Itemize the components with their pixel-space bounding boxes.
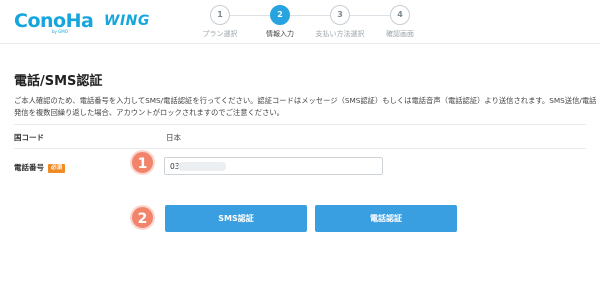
phone-call-verification-button[interactable]: 電話認証 xyxy=(315,205,457,232)
step-number: 3 xyxy=(330,5,350,25)
logo-product-name: WING xyxy=(104,13,150,29)
annotation-marker-1: 1 xyxy=(130,150,155,175)
step-label: 確認画面 xyxy=(386,30,414,38)
country-code-row: 国コード 日本 xyxy=(14,124,586,148)
step-label: プラン選択 xyxy=(202,30,238,38)
step-number: 1 xyxy=(210,5,230,25)
step-number: 2 xyxy=(270,5,290,25)
step-label: 支払い方法選択 xyxy=(315,30,365,38)
country-code-value: 日本 xyxy=(166,133,181,142)
step-info-input: 2 情報入力 xyxy=(250,5,310,39)
page-title: 電話/SMS認証 xyxy=(14,74,103,89)
phone-number-label-group: 電話番号 必須 xyxy=(14,162,66,173)
logo-byline: by GMO xyxy=(52,29,68,34)
top-header: ConoHa by GMO WING 1 プラン選択 2 情報入力 3 支払い方… xyxy=(0,0,600,44)
country-code-label: 国コード xyxy=(14,133,44,142)
step-payment-method: 3 支払い方法選択 xyxy=(310,5,370,39)
sms-verification-button[interactable]: SMS認証 xyxy=(165,205,307,232)
step-confirmation: 4 確認画面 xyxy=(370,5,430,39)
phone-number-label: 電話番号 xyxy=(14,163,44,172)
step-number: 4 xyxy=(390,5,410,25)
step-label: 情報入力 xyxy=(266,30,294,38)
step-plan-selection: 1 プラン選択 xyxy=(190,5,250,39)
redacted-phone-digits xyxy=(178,162,226,171)
progress-stepper: 1 プラン選択 2 情報入力 3 支払い方法選択 4 確認画面 xyxy=(190,5,430,41)
required-badge: 必須 xyxy=(48,164,66,173)
page-description: ご本人確認のため、電話番号を入力してSMS/電話認証を行ってください。認証コード… xyxy=(14,96,597,117)
annotation-marker-2: 2 xyxy=(130,205,155,230)
